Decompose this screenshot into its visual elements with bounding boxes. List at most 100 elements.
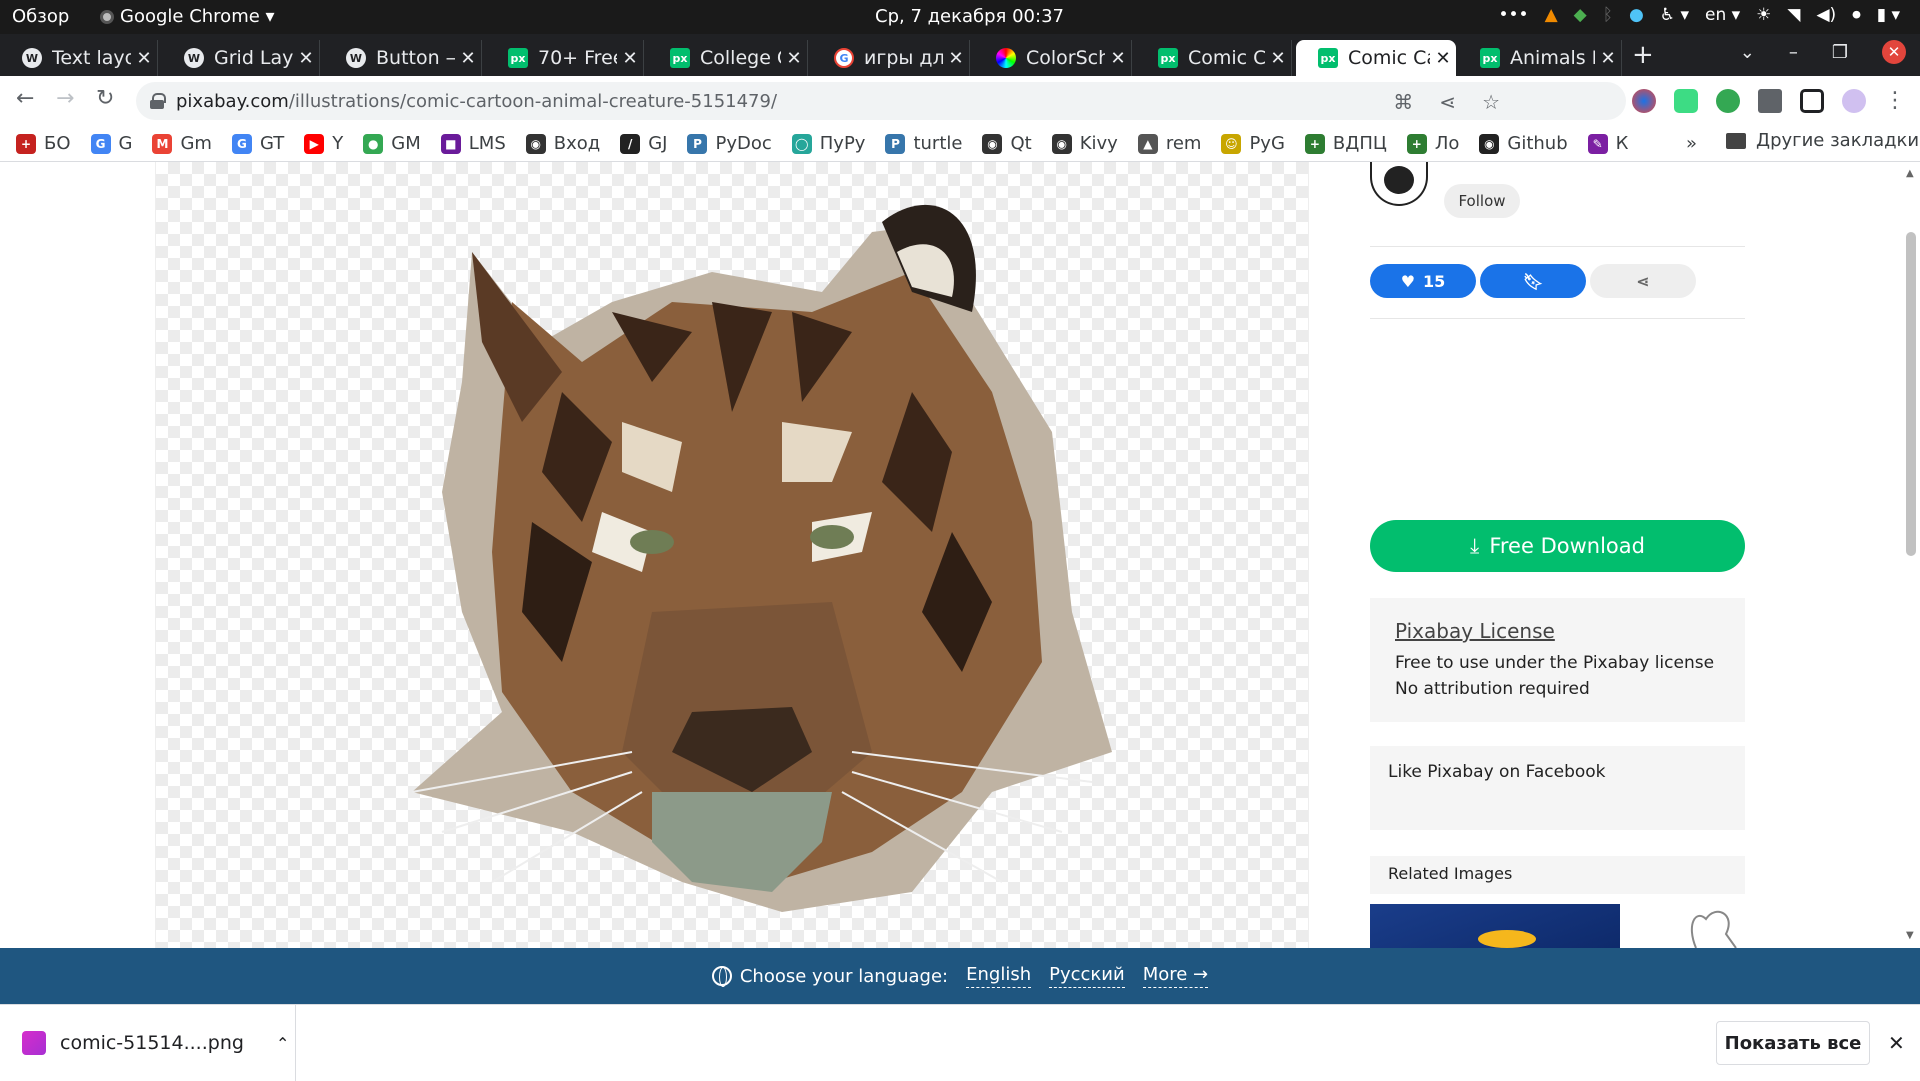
shield-icon[interactable]: ◆ (1574, 5, 1587, 25)
language-more-link[interactable]: More → (1142, 964, 1209, 988)
scroll-thumb[interactable] (1906, 232, 1916, 556)
battery-icon[interactable]: ▮ ▾ (1877, 5, 1900, 25)
tab-search-icon[interactable]: ⌄ (1740, 42, 1755, 63)
bluetooth-icon[interactable]: ᛒ (1603, 5, 1613, 25)
related-image-thumbnail[interactable] (1370, 904, 1620, 948)
bookmark-item[interactable]: / GJ (620, 133, 667, 154)
globe-icon[interactable]: ● (1629, 5, 1644, 25)
bookmark-item[interactable]: ◉ Qt (982, 133, 1032, 154)
vlc-icon[interactable]: ▲ (1545, 5, 1558, 25)
author-avatar[interactable] (1370, 162, 1428, 206)
free-download-button[interactable]: ⤓ Free Download (1370, 520, 1745, 572)
bookmark-star-icon[interactable]: ☆ (1482, 90, 1500, 114)
close-window-button[interactable]: ✕ (1882, 40, 1906, 64)
bookmark-item[interactable]: ◉ Kivy (1051, 133, 1118, 154)
translate-icon[interactable]: ⌘ (1393, 90, 1413, 114)
tab-4[interactable]: px 70+ Free ✕ (486, 40, 644, 76)
clock[interactable]: Ср, 7 декабря 00:37 (875, 6, 1064, 27)
app-menu[interactable]: Google Chrome ▾ (100, 6, 275, 27)
bookmark-item[interactable]: ◉ Github (1479, 133, 1568, 154)
share-icon[interactable]: ⋖ (1439, 90, 1456, 114)
reload-icon[interactable]: ↻ (96, 86, 114, 111)
language-english-link[interactable]: English (966, 964, 1032, 988)
firefox-relay-icon[interactable] (1632, 88, 1656, 113)
wifi-icon[interactable]: ◥ (1787, 5, 1800, 25)
side-panel-icon[interactable] (1800, 88, 1824, 113)
extension-green-icon[interactable] (1674, 88, 1698, 113)
close-tab-icon[interactable]: ✕ (943, 48, 969, 69)
forward-icon[interactable]: → (56, 86, 74, 111)
activities-overview[interactable]: Обзор (12, 6, 69, 27)
bookmark-item[interactable]: ▶ Y (304, 133, 343, 154)
license-link[interactable]: Pixabay License (1395, 618, 1720, 644)
extension-badge-icon[interactable] (1716, 88, 1740, 113)
show-all-button[interactable]: Показать все (1716, 1021, 1870, 1065)
menu-icon[interactable]: ⋮ (1884, 88, 1906, 113)
scroll-down-icon[interactable]: ▼ (1906, 930, 1914, 941)
puzzle-icon[interactable] (1758, 88, 1782, 113)
back-icon[interactable]: ← (16, 86, 34, 111)
bookmark-item[interactable]: M Gm (152, 133, 212, 154)
tab-8[interactable]: px Comic Ca✕ (1136, 40, 1292, 76)
bookmark-item[interactable]: GG (90, 133, 132, 154)
close-tab-icon[interactable]: ✕ (781, 48, 807, 69)
chevron-up-icon[interactable]: ⌃ (276, 1034, 289, 1053)
more-icon[interactable]: ••• (1499, 5, 1529, 25)
bookmark-item[interactable]: ◉ Вход (525, 133, 600, 154)
bookmark-item[interactable]: + Ло (1406, 133, 1459, 154)
tab-9[interactable]: px Comic Ca ✕ (1296, 40, 1456, 76)
close-tab-icon[interactable]: ✕ (1430, 48, 1456, 69)
image-preview[interactable] (155, 162, 1309, 948)
restore-button[interactable]: ❐ (1832, 42, 1848, 63)
brightness-icon[interactable]: ☀ (1756, 5, 1771, 25)
close-tab-icon[interactable]: ✕ (131, 48, 157, 69)
bookmark-item[interactable]: ■ LMS (440, 133, 506, 154)
tab-10[interactable]: px Animals F ✕ (1458, 40, 1622, 76)
tab-2[interactable]: W Grid Layo✕ (162, 40, 320, 76)
bookmark-item[interactable]: + БО (16, 133, 71, 154)
other-bookmarks[interactable]: Другие закладки (1726, 130, 1919, 151)
tab-5[interactable]: px College C✕ (648, 40, 808, 76)
bookmark-item[interactable]: ✎ К (1587, 133, 1628, 154)
profile-avatar[interactable] (1842, 88, 1866, 113)
bookmark-item[interactable]: ◯ ПуРу (791, 133, 866, 154)
share-button[interactable]: ⋖ (1590, 264, 1696, 298)
like-button[interactable]: ♥ 15 (1370, 264, 1476, 298)
close-tab-icon[interactable]: ✕ (1595, 48, 1621, 69)
system-tray[interactable]: ••• ▲ ◆ ᛒ ● ♿ ▾ en ▾ ☀ ◥ ◀) ⏺ ▮ ▾ (1499, 5, 1901, 25)
bookmark-item[interactable]: P PyDoc (687, 133, 772, 154)
download-item[interactable]: comic-51514....png ⌃ (0, 1005, 296, 1081)
bookmark-item[interactable]: ● GM (363, 133, 421, 154)
bookmark-item[interactable]: + ВДПЦ (1304, 133, 1387, 154)
new-tab-button[interactable]: + (1632, 40, 1654, 70)
bookmark-item[interactable]: ☺ PyG (1221, 133, 1285, 154)
save-button[interactable]: 🔖︎ (1480, 264, 1586, 298)
close-tab-icon[interactable]: ✕ (293, 48, 319, 69)
close-shelf-icon[interactable]: ✕ (1888, 1031, 1905, 1055)
minimize-button[interactable]: – (1789, 42, 1798, 63)
bookmark-item[interactable]: ▲ rem (1137, 133, 1201, 154)
page-scrollbar[interactable]: ▲ ▼ (1902, 162, 1920, 948)
scroll-up-icon[interactable]: ▲ (1906, 168, 1914, 179)
language-russian-link[interactable]: Русский (1049, 964, 1125, 988)
bookmark-icon: ▲ (1137, 133, 1158, 154)
volume-icon[interactable]: ◀) (1816, 5, 1836, 25)
bookmark-item[interactable]: Pturtle (885, 133, 962, 154)
related-image-thumbnail[interactable] (1676, 904, 1746, 948)
close-tab-icon[interactable]: ✕ (1265, 48, 1291, 69)
close-tab-icon[interactable]: ✕ (617, 48, 643, 69)
tab-6[interactable]: Gигры для✕ (812, 40, 970, 76)
tab-3[interactable]: W Button —✕ (324, 40, 482, 76)
accessibility-icon[interactable]: ♿ ▾ (1660, 5, 1689, 25)
close-tab-icon[interactable]: ✕ (1105, 48, 1131, 69)
keyboard-layout[interactable]: en ▾ (1705, 5, 1740, 25)
lock-icon[interactable] (150, 93, 166, 109)
bookmarks-overflow[interactable]: » (1686, 133, 1697, 154)
tab-1[interactable]: W Text layo ✕ (0, 40, 158, 76)
microphone-icon[interactable]: ⏺ (1852, 5, 1861, 25)
bookmark-label: ПуРу (819, 133, 866, 154)
tab-7[interactable]: ColorSche✕ (974, 40, 1132, 76)
follow-button[interactable]: Follow (1444, 184, 1520, 218)
bookmark-item[interactable]: G GT (231, 133, 284, 154)
close-tab-icon[interactable]: ✕ (455, 48, 481, 69)
